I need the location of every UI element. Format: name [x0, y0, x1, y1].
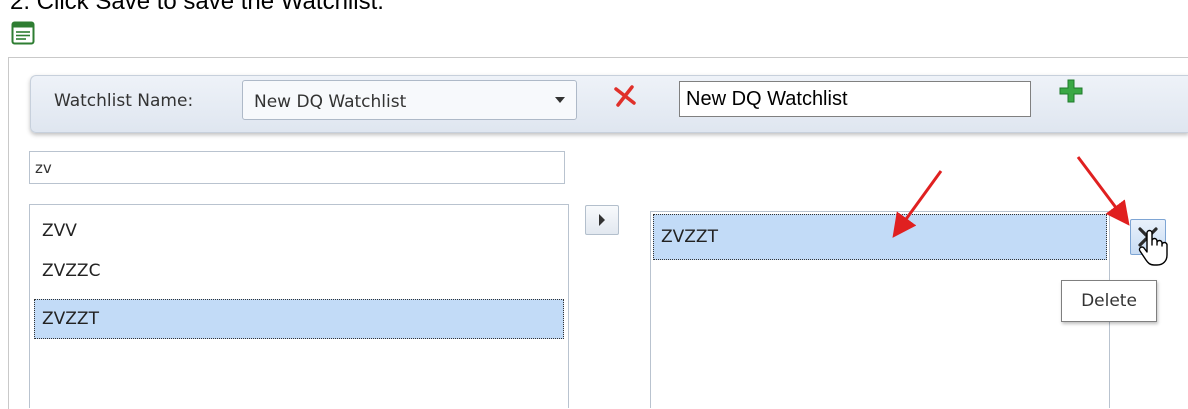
- annotation-arrows: [892, 156, 1130, 238]
- arrow-to-remove-button: [1076, 156, 1130, 226]
- arrow-to-watchlist-item: [892, 170, 943, 238]
